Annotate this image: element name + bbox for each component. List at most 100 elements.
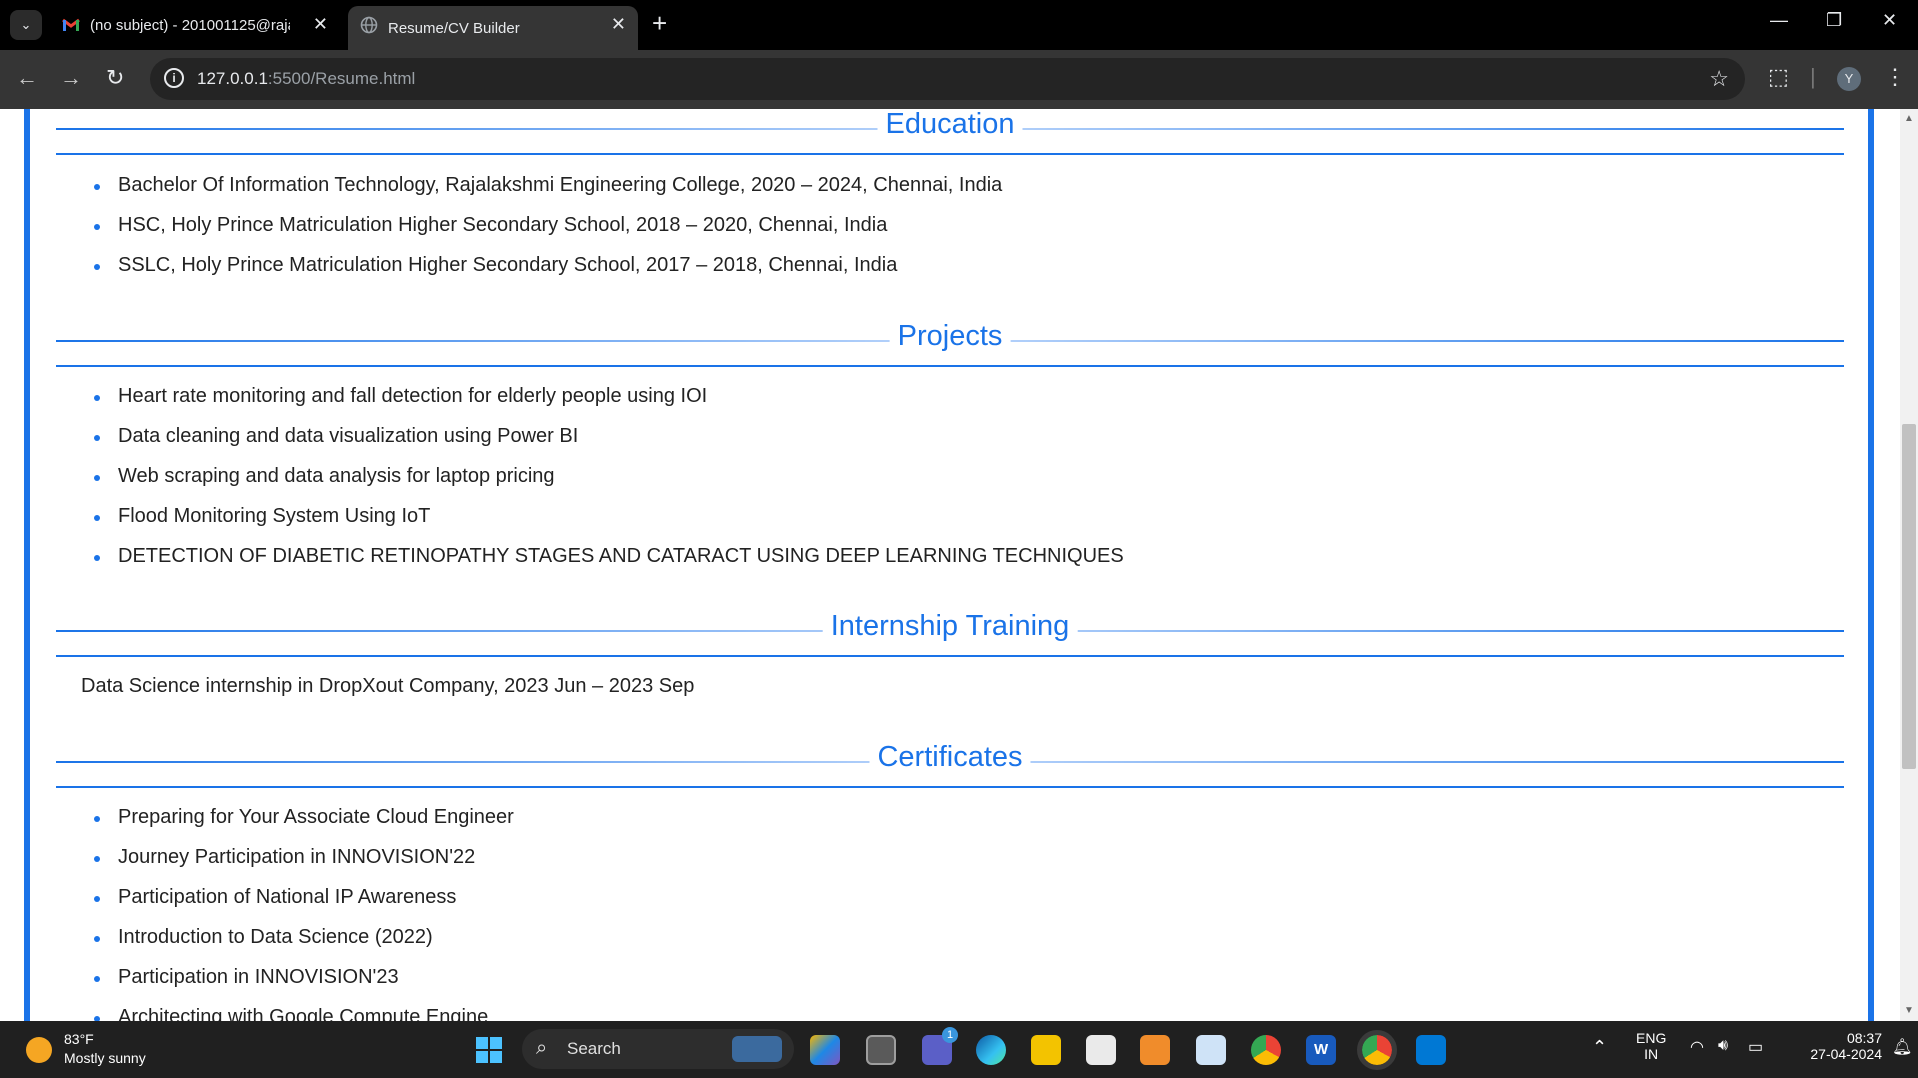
education-section: Education Bachelor Of Information Techno… xyxy=(56,109,1844,285)
chevron-down-icon: ⌄ xyxy=(20,17,32,32)
globe-icon xyxy=(360,16,378,34)
search-highlight-icon xyxy=(732,1036,782,1062)
bullet xyxy=(94,896,100,902)
section-rule xyxy=(56,655,1844,657)
tab-resume-builder[interactable]: Resume/CV Builder ✕ xyxy=(348,6,638,50)
bullet xyxy=(94,224,100,230)
certificates-list: Preparing for Your Associate Cloud Engin… xyxy=(56,797,1844,1021)
resume-border-right xyxy=(1868,109,1874,1021)
vertical-scrollbar[interactable]: ▲ ▼ xyxy=(1900,109,1918,1021)
url-text[interactable]: 127.0.0.1:5500/Resume.html xyxy=(197,69,415,89)
address-bar[interactable]: i 127.0.0.1:5500/Resume.html ☆ xyxy=(150,58,1745,100)
list-item: Bachelor Of Information Technology, Raja… xyxy=(56,165,1844,205)
list-item: Flood Monitoring System Using IoT xyxy=(56,496,1844,536)
taskbar-search[interactable]: ⌕ Search xyxy=(522,1029,794,1069)
bullet xyxy=(94,395,100,401)
restore-icon[interactable]: ❐ xyxy=(1826,10,1842,31)
notification-badge: 1 xyxy=(942,1027,958,1043)
list-item: Participation in INNOVISION'23 xyxy=(56,957,1844,997)
edge-icon[interactable] xyxy=(976,1035,1006,1065)
section-rule xyxy=(56,153,1844,155)
forward-arrow-icon[interactable]: → xyxy=(60,65,82,91)
bullet xyxy=(94,515,100,521)
scroll-down-arrow-icon[interactable]: ▼ xyxy=(1904,1005,1914,1016)
bullet xyxy=(94,264,100,270)
word-icon[interactable]: W xyxy=(1306,1035,1336,1065)
back-arrow-icon[interactable]: ← xyxy=(16,65,38,91)
section-title: Projects xyxy=(889,320,1011,353)
list-item: Web scraping and data analysis for lapto… xyxy=(56,456,1844,496)
section-title: Certificates xyxy=(869,741,1031,774)
new-tab-button[interactable]: + xyxy=(652,8,667,39)
list-item: Data cleaning and data visualization usi… xyxy=(56,416,1844,456)
close-tab-icon[interactable]: ✕ xyxy=(313,14,328,35)
copilot-icon[interactable] xyxy=(810,1035,840,1065)
section-header: Projects xyxy=(56,320,1844,374)
tab-gmail[interactable]: (no subject) - 201001125@rajal ✕ xyxy=(50,6,340,44)
lang-top: ENG xyxy=(1636,1030,1667,1046)
section-header: Education xyxy=(56,109,1844,162)
chevron-up-icon[interactable]: ⌃ xyxy=(1592,1037,1607,1058)
bullet xyxy=(94,976,100,982)
chrome-icon[interactable] xyxy=(1251,1035,1281,1065)
list-item: Architecting with Google Compute Engine xyxy=(56,997,1844,1021)
search-icon: ⌕ xyxy=(536,1037,548,1059)
weather-desc: Mostly sunny xyxy=(64,1050,146,1066)
list-item: Introduction to Data Science (2022) xyxy=(56,917,1844,957)
bullet xyxy=(94,475,100,481)
tab-title: (no subject) - 201001125@rajal xyxy=(90,16,290,34)
notification-icon[interactable]: 🔔︎ xyxy=(1892,1037,1912,1057)
time-text: 08:37 xyxy=(1846,1030,1882,1046)
battery-icon[interactable]: ▭ xyxy=(1748,1037,1763,1057)
list-item: Preparing for Your Associate Cloud Engin… xyxy=(56,797,1844,837)
section-header: Internship Training xyxy=(56,610,1844,664)
minimize-icon[interactable]: ― xyxy=(1770,10,1788,31)
education-list: Bachelor Of Information Technology, Raja… xyxy=(56,165,1844,285)
task-view-icon[interactable] xyxy=(866,1035,896,1065)
section-header: Certificates xyxy=(56,741,1844,795)
list-item: Participation of National IP Awareness xyxy=(56,877,1844,917)
bullet xyxy=(94,816,100,822)
clock[interactable]: 08:37 27-04-2024 xyxy=(1782,1030,1882,1062)
media-player-icon[interactable] xyxy=(1140,1035,1170,1065)
tab-title: Resume/CV Builder xyxy=(388,19,520,37)
list-item: SSLC, Holy Prince Matriculation Higher S… xyxy=(56,245,1844,285)
profile-avatar[interactable]: Y xyxy=(1837,67,1861,91)
volume-icon[interactable]: 🔊︎ xyxy=(1718,1037,1728,1055)
list-item: Heart rate monitoring and fall detection… xyxy=(56,376,1844,416)
chrome-profile-icon[interactable] xyxy=(1357,1030,1397,1070)
file-explorer-icon[interactable] xyxy=(1031,1035,1061,1065)
windows-start-icon[interactable] xyxy=(474,1035,504,1065)
bullet xyxy=(94,856,100,862)
page-viewport: Education Bachelor Of Information Techno… xyxy=(0,109,1900,1021)
reload-icon[interactable]: ↻ xyxy=(106,65,124,91)
info-icon[interactable]: i xyxy=(164,68,184,88)
teams-icon[interactable]: 1 xyxy=(922,1027,958,1065)
section-rule xyxy=(56,786,1844,788)
windows-taskbar: 83°F Mostly sunny ⌕ Search 1 W ⌃ ENG IN … xyxy=(0,1021,1918,1078)
microsoft-store-icon[interactable] xyxy=(1086,1035,1116,1065)
close-window-icon[interactable]: ✕ xyxy=(1882,10,1897,31)
kebab-menu-icon[interactable]: ⋮ xyxy=(1884,64,1906,90)
date-text: 27-04-2024 xyxy=(1810,1046,1882,1062)
vscode-icon[interactable] xyxy=(1416,1035,1446,1065)
scroll-up-arrow-icon[interactable]: ▲ xyxy=(1904,113,1914,124)
lang-bottom: IN xyxy=(1644,1046,1659,1062)
section-rule xyxy=(56,365,1844,367)
projects-list: Heart rate monitoring and fall detection… xyxy=(56,376,1844,576)
photos-icon[interactable] xyxy=(1196,1035,1226,1065)
language-indicator[interactable]: ENG IN xyxy=(1636,1030,1666,1062)
wifi-icon[interactable]: ◠ xyxy=(1690,1037,1704,1057)
section-title: Education xyxy=(877,109,1023,141)
scrollbar-thumb[interactable] xyxy=(1902,424,1916,769)
list-item: HSC, Holy Prince Matriculation Higher Se… xyxy=(56,205,1844,245)
extensions-icon[interactable]: ⬚ xyxy=(1768,64,1789,90)
gmail-icon xyxy=(62,18,80,31)
list-item: DETECTION OF DIABETIC RETINOPATHY STAGES… xyxy=(56,536,1844,576)
word-letter: W xyxy=(1314,1041,1329,1058)
search-label: Search xyxy=(567,1039,621,1058)
tab-search-button[interactable]: ⌄ xyxy=(10,10,42,40)
list-item: Journey Participation in INNOVISION'22 xyxy=(56,837,1844,877)
close-tab-icon[interactable]: ✕ xyxy=(611,14,626,35)
bookmark-star-icon[interactable]: ☆ xyxy=(1709,66,1729,92)
